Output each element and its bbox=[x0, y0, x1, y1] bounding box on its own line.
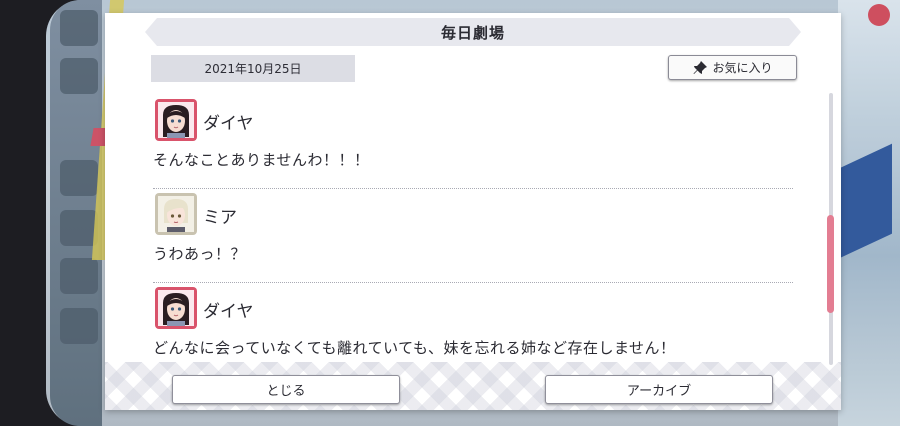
speaker-name: ミア bbox=[203, 208, 237, 228]
camera-icon bbox=[60, 258, 98, 294]
pin-icon bbox=[692, 60, 708, 76]
speaker-name: ダイヤ bbox=[203, 302, 254, 322]
favorite-button[interactable]: お気に入り bbox=[668, 55, 797, 80]
date-label: 2021年10月25日 bbox=[151, 55, 355, 82]
daily-theater-dialog: 毎日劇場 2021年10月25日 お気に入り ダイヤ そんなことありませんわ！！… bbox=[105, 13, 841, 410]
dialog-title: 毎日劇場 bbox=[440, 23, 505, 42]
right-background bbox=[822, 0, 900, 426]
fullscreen-icon bbox=[60, 308, 98, 344]
gift-icon bbox=[60, 160, 98, 196]
dia-avatar bbox=[155, 99, 197, 141]
mia-avatar bbox=[155, 193, 197, 235]
list-item: ダイヤ そんなことありませんわ！！！ bbox=[153, 95, 793, 189]
speaker-name: ダイヤ bbox=[203, 114, 254, 134]
notification-dot bbox=[868, 4, 890, 26]
scrollbar-thumb[interactable] bbox=[827, 215, 834, 313]
list-item: ミア うわあっ！？ bbox=[153, 189, 793, 283]
menu-icon bbox=[60, 10, 98, 46]
message-text: どんなに会っていなくても離れていても、妹を忘れる姉など存在しません！ bbox=[153, 339, 676, 357]
close-button[interactable]: とじる bbox=[172, 375, 400, 404]
message-text: そんなことありませんわ！！！ bbox=[153, 151, 370, 169]
message-list[interactable]: ダイヤ そんなことありませんわ！！！ ミア うわあっ！？ ダイヤ どんなに会って… bbox=[153, 95, 793, 367]
dia-avatar bbox=[155, 287, 197, 329]
dialog-title-bar: 毎日劇場 bbox=[145, 18, 801, 46]
message-text: うわあっ！？ bbox=[153, 245, 247, 263]
favorite-label: お気に入り bbox=[712, 61, 773, 75]
archive-button[interactable]: アーカイブ bbox=[545, 375, 773, 404]
chat-icon bbox=[60, 58, 98, 94]
